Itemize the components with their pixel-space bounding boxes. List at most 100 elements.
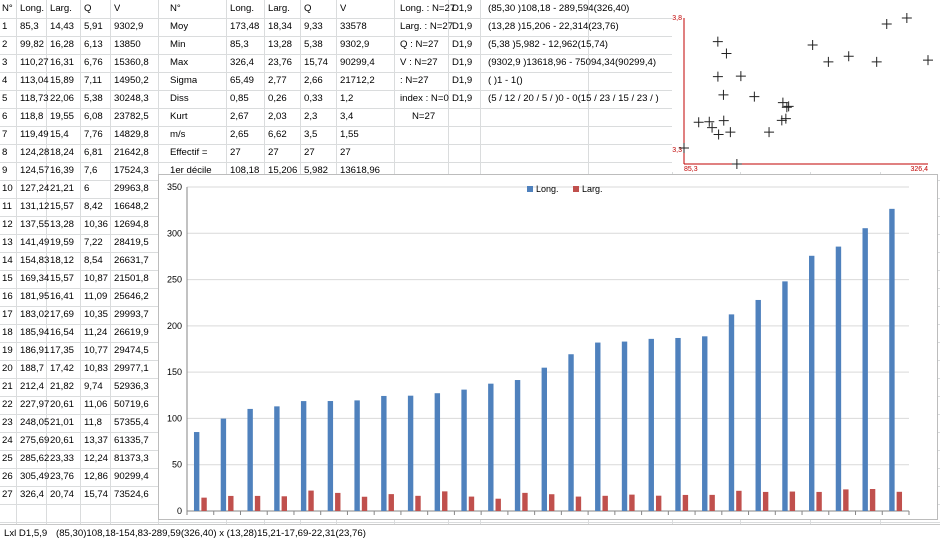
summary-cell[interactable]: D1,9 — [452, 18, 472, 36]
data-cell[interactable]: 2 — [2, 36, 7, 54]
data-cell[interactable]: 20,61 — [50, 432, 74, 450]
summary-cell[interactable]: D1,9 — [452, 0, 472, 18]
data-cell[interactable]: 15,57 — [50, 270, 74, 288]
data-cell[interactable]: 22,06 — [50, 90, 74, 108]
data-cell[interactable]: 18,12 — [50, 252, 74, 270]
data-cell[interactable]: 5,91 — [84, 18, 103, 36]
data-cell[interactable]: 26619,9 — [114, 324, 149, 342]
summary-cell[interactable]: (9302,9 )13618,96 - 75094,34(90299,4) — [488, 54, 656, 72]
data-cell[interactable]: 10,87 — [84, 270, 108, 288]
data-cell[interactable]: 15360,8 — [114, 54, 149, 72]
data-cell[interactable]: 16648,2 — [114, 198, 149, 216]
data-cell[interactable]: 20,74 — [50, 486, 74, 504]
data-cell[interactable]: 181,95 — [20, 288, 49, 306]
stats-header-cell[interactable]: Long. — [230, 0, 254, 18]
summary-cell[interactable]: D1,9 — [452, 36, 472, 54]
stats-cell[interactable]: Moy — [170, 18, 188, 36]
data-cell[interactable]: 23782,5 — [114, 108, 149, 126]
summary-cell[interactable]: Larg. : N=27 — [400, 18, 453, 36]
data-cell[interactable]: 21 — [2, 378, 13, 396]
data-cell[interactable]: 186,91 — [20, 342, 49, 360]
summary-cell[interactable]: D1,9 — [452, 72, 472, 90]
data-cell[interactable]: 14829,8 — [114, 126, 149, 144]
data-cell[interactable]: 7,11 — [84, 72, 102, 90]
data-cell[interactable]: 11,8 — [84, 414, 102, 432]
table-header-cell[interactable]: Long. — [20, 0, 44, 18]
data-cell[interactable]: 137,55 — [20, 216, 49, 234]
data-cell[interactable]: 12 — [2, 216, 13, 234]
summary-cell[interactable]: Q : N=27 — [400, 36, 439, 54]
stats-cell[interactable]: 1,55 — [340, 126, 359, 144]
data-cell[interactable]: 17,69 — [50, 306, 74, 324]
table-header-cell[interactable]: Larg. — [50, 0, 72, 18]
stats-cell[interactable]: 0,33 — [304, 90, 323, 108]
data-cell[interactable]: 6,13 — [84, 36, 103, 54]
data-cell[interactable]: 15 — [2, 270, 13, 288]
stats-cell[interactable]: 326,4 — [230, 54, 254, 72]
data-cell[interactable]: 16,41 — [50, 288, 74, 306]
data-cell[interactable]: 85,3 — [20, 18, 39, 36]
data-cell[interactable]: 25646,2 — [114, 288, 149, 306]
stats-cell[interactable]: 27 — [268, 144, 279, 162]
data-cell[interactable]: 13,37 — [84, 432, 108, 450]
data-cell[interactable]: 10,36 — [84, 216, 108, 234]
data-cell[interactable]: 6,76 — [84, 54, 103, 72]
data-cell[interactable]: 9,74 — [84, 378, 103, 396]
scatter-chart[interactable]: 23,813,385,3326,4 — [672, 0, 940, 172]
data-cell[interactable]: 28419,5 — [114, 234, 149, 252]
data-cell[interactable]: 16,28 — [50, 36, 74, 54]
data-cell[interactable]: 52936,3 — [114, 378, 149, 396]
stats-header-cell[interactable]: Larg. — [268, 0, 290, 18]
data-cell[interactable]: 25 — [2, 450, 13, 468]
data-cell[interactable]: 15,89 — [50, 72, 74, 90]
stats-cell[interactable]: 9302,9 — [340, 36, 369, 54]
stats-cell[interactable]: 27 — [304, 144, 315, 162]
data-cell[interactable]: 248,05 — [20, 414, 49, 432]
stats-cell[interactable]: 23,76 — [268, 54, 292, 72]
data-cell[interactable]: 22 — [2, 396, 13, 414]
data-cell[interactable]: 99,82 — [20, 36, 44, 54]
data-cell[interactable]: 14,43 — [50, 18, 74, 36]
table-header-cell[interactable]: N° — [2, 0, 13, 18]
data-cell[interactable]: 13850 — [114, 36, 141, 54]
data-cell[interactable]: 15,74 — [84, 486, 108, 504]
data-cell[interactable]: 3 — [2, 54, 7, 72]
data-cell[interactable]: 11 — [2, 198, 12, 216]
bar-chart[interactable]: 0 50 100 150 200 250 300 350 Long. Larg. — [158, 174, 938, 520]
data-cell[interactable]: 6,08 — [84, 108, 103, 126]
stats-cell[interactable]: 6,62 — [268, 126, 287, 144]
data-cell[interactable]: 8 — [2, 144, 7, 162]
data-cell[interactable]: 73524,6 — [114, 486, 149, 504]
data-cell[interactable]: 124,28 — [20, 144, 49, 162]
data-cell[interactable]: 90299,4 — [114, 468, 149, 486]
data-cell[interactable]: 29977,1 — [114, 360, 149, 378]
stats-cell[interactable]: 33578 — [340, 18, 367, 36]
data-cell[interactable]: 29993,7 — [114, 306, 149, 324]
data-cell[interactable]: 13,28 — [50, 216, 74, 234]
data-cell[interactable]: 6 — [84, 180, 89, 198]
data-cell[interactable]: 57355,4 — [114, 414, 149, 432]
data-cell[interactable]: 14950,2 — [114, 72, 149, 90]
data-cell[interactable]: 154,83 — [20, 252, 49, 270]
data-cell[interactable]: 11,06 — [84, 396, 107, 414]
data-cell[interactable]: 15,4 — [50, 126, 69, 144]
data-cell[interactable]: 23 — [2, 414, 13, 432]
stats-cell[interactable]: 27 — [230, 144, 241, 162]
stats-cell[interactable]: 1,2 — [340, 90, 353, 108]
stats-cell[interactable]: 2,3 — [304, 108, 317, 126]
data-cell[interactable]: 5,38 — [84, 90, 103, 108]
data-cell[interactable]: 16,31 — [50, 54, 74, 72]
stats-cell[interactable]: 13,28 — [268, 36, 292, 54]
data-cell[interactable]: 21,82 — [50, 378, 74, 396]
summary-cell[interactable]: V : N=27 — [400, 54, 438, 72]
stats-cell[interactable]: 15,74 — [304, 54, 328, 72]
data-cell[interactable]: 21,21 — [50, 180, 74, 198]
data-cell[interactable]: 6,81 — [84, 144, 103, 162]
stats-cell[interactable]: 2,65 — [230, 126, 249, 144]
data-cell[interactable]: 12694,8 — [114, 216, 149, 234]
stats-cell[interactable]: 3,4 — [340, 108, 353, 126]
data-cell[interactable]: 16,39 — [50, 162, 74, 180]
data-cell[interactable]: 212,4 — [20, 378, 44, 396]
stats-cell[interactable]: Max — [170, 54, 188, 72]
data-cell[interactable]: 13 — [2, 234, 13, 252]
